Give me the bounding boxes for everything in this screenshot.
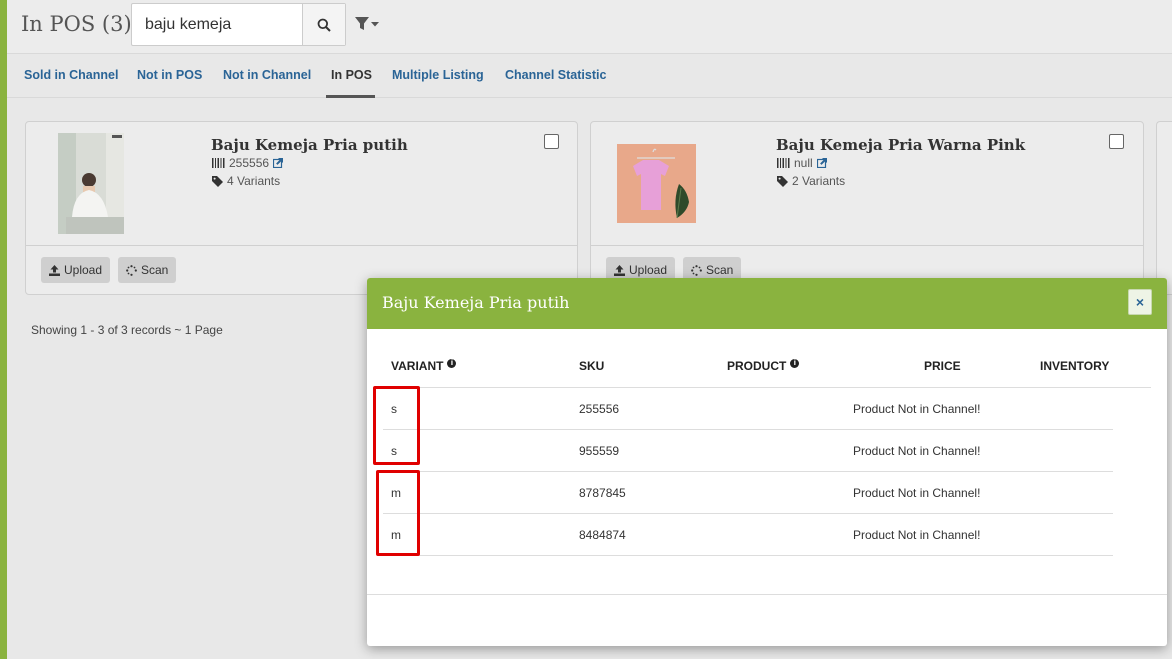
table-row: m 8787845 Product Not in Channel! [383, 472, 1113, 514]
status-cell: Product Not in Channel! [853, 528, 981, 542]
product-name: Baju Kemeja Pria putih [211, 136, 408, 154]
upload-icon [614, 264, 625, 276]
column-header-price: PRICE [924, 359, 961, 373]
tag-icon [777, 175, 788, 187]
external-link-icon[interactable] [816, 158, 827, 168]
product-sku: 255556 [229, 156, 270, 170]
modal-header: Baju Kemeja Pria putih × [367, 278, 1167, 329]
tab-channel-statistic[interactable]: Channel Statistic [505, 68, 606, 82]
modal-title: Baju Kemeja Pria putih [382, 293, 570, 312]
records-summary: Showing 1 - 3 of 3 records ~ 1 Page [31, 323, 223, 337]
product-card: Baju Kemeja Pria putih 255556 4 Variants [25, 121, 578, 295]
filter-icon [355, 17, 379, 30]
column-header-product: PRODUCT i [727, 358, 800, 373]
upload-icon [49, 264, 60, 276]
highlight-box-size-m [376, 470, 420, 556]
sku-cell: 255556 [579, 402, 620, 416]
barcode-icon [212, 158, 225, 168]
spinner-icon [691, 264, 702, 276]
product-card: Baju Kemeja Pria Warna Pink null 2 Varia… [590, 121, 1144, 295]
status-cell: Product Not in Channel! [853, 402, 981, 416]
search-box [131, 3, 346, 46]
select-checkbox[interactable] [544, 134, 559, 149]
product-card-partial [1156, 121, 1172, 295]
info-icon[interactable]: i [447, 358, 457, 368]
product-variants-line: 4 Variants [212, 174, 280, 188]
product-variants: 4 Variants [227, 174, 281, 188]
sku-cell: 8787845 [579, 486, 626, 500]
column-header-variant: VARIANT i [391, 358, 457, 373]
product-variants: 2 Variants [792, 174, 846, 188]
select-checkbox[interactable] [1109, 134, 1124, 149]
barcode-icon [777, 158, 790, 168]
active-tab-indicator [326, 95, 375, 98]
scan-button[interactable]: Scan [118, 257, 177, 283]
search-icon [317, 18, 331, 32]
product-sku: null [794, 156, 813, 170]
close-icon: × [1135, 294, 1145, 310]
product-variants-line: 2 Variants [777, 174, 845, 188]
highlight-box-size-s [373, 386, 420, 465]
variant-modal: Baju Kemeja Pria putih × VARIANT i SKU P… [367, 278, 1167, 646]
tab-multiple-listing[interactable]: Multiple Listing [392, 68, 484, 82]
info-icon[interactable]: i [790, 358, 800, 368]
tag-icon [212, 175, 223, 187]
table-row: s 255556 Product Not in Channel! [383, 388, 1113, 430]
status-cell: Product Not in Channel! [853, 444, 981, 458]
product-image[interactable] [58, 133, 124, 234]
search-button[interactable] [302, 4, 345, 45]
search-input[interactable] [132, 4, 297, 45]
modal-footer-divider [367, 594, 1167, 595]
product-image[interactable] [617, 144, 696, 223]
column-header-sku: SKU [579, 359, 605, 373]
product-sku-line: 255556 [212, 156, 284, 170]
tab-in-pos[interactable]: In POS [331, 68, 372, 82]
tab-sold-in-channel[interactable]: Sold in Channel [24, 68, 118, 82]
tab-not-in-pos[interactable]: Not in POS [137, 68, 202, 82]
top-bar: In POS (3) [7, 0, 1172, 54]
close-button[interactable]: × [1128, 289, 1152, 315]
external-link-icon[interactable] [273, 158, 284, 168]
spinner-icon [126, 264, 137, 276]
table-row: s 955559 Product Not in Channel! [383, 430, 1113, 472]
sku-cell: 955559 [579, 444, 620, 458]
table-row: m 8484874 Product Not in Channel! [383, 514, 1113, 556]
page-title: In POS (3) [21, 12, 132, 36]
product-name: Baju Kemeja Pria Warna Pink [776, 136, 1026, 154]
filter-button[interactable] [354, 14, 382, 34]
column-header-inventory: INVENTORY [1040, 359, 1110, 373]
status-cell: Product Not in Channel! [853, 486, 981, 500]
tab-not-in-channel[interactable]: Not in Channel [223, 68, 311, 82]
upload-button[interactable]: Upload [41, 257, 111, 283]
product-sku-line: null [777, 156, 827, 170]
sku-cell: 8484874 [579, 528, 626, 542]
left-accent-strip [0, 0, 7, 659]
channel-tabs: Sold in Channel Not in POS Not in Channe… [7, 55, 1172, 98]
